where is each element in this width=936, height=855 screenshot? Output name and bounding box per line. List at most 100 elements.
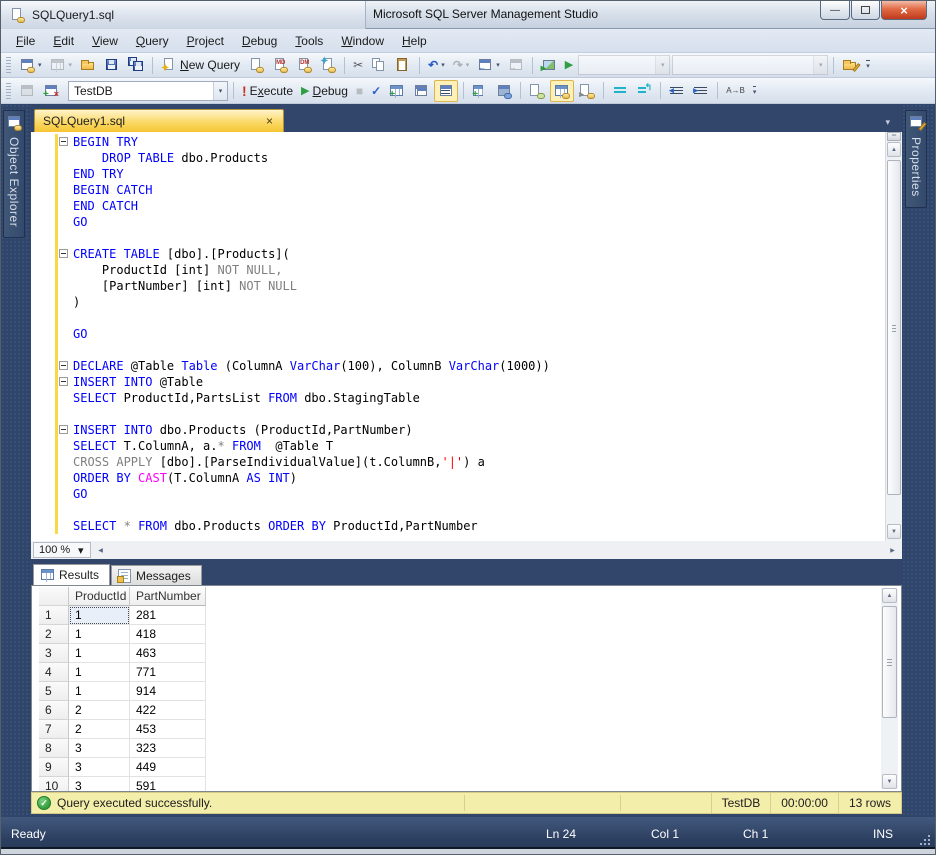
- specify-values-button[interactable]: A→B: [723, 84, 748, 97]
- new-query-button[interactable]: ✦New Query: [158, 55, 243, 75]
- results-to-file-button[interactable]: ▸: [576, 81, 598, 101]
- execute-button[interactable]: !Execute: [239, 82, 296, 100]
- tab-list-dropdown-icon[interactable]: ▾: [885, 117, 890, 128]
- start-button[interactable]: ▶: [562, 56, 576, 74]
- open-containing-folder-button[interactable]: [839, 55, 861, 75]
- results-pane-toggle-button[interactable]: [434, 80, 458, 102]
- toolbar-grip[interactable]: [6, 83, 11, 99]
- xmla-query-button[interactable]: ✦: [317, 55, 339, 75]
- query-options-button[interactable]: [410, 81, 432, 101]
- menu-item-help[interactable]: Help: [393, 31, 436, 51]
- grid-cell[interactable]: 453: [130, 720, 206, 739]
- database-combobox[interactable]: TestDB▾: [68, 81, 228, 101]
- grid-cell[interactable]: 3: [69, 758, 130, 777]
- grid-cell[interactable]: 591: [130, 777, 206, 792]
- intellisense-enabled-button[interactable]: +: [469, 81, 491, 101]
- zoom-combobox[interactable]: 100 % ▾: [33, 542, 91, 558]
- code-area[interactable]: BEGIN TRY DROP TABLE dbo.ProductsEND TRY…: [31, 134, 884, 534]
- row-number-cell[interactable]: 9: [39, 758, 69, 777]
- grid-cell[interactable]: 2: [69, 701, 130, 720]
- redo-button[interactable]: ↷▾: [450, 56, 473, 74]
- resize-grip[interactable]: [928, 843, 930, 845]
- menu-item-view[interactable]: View: [83, 31, 127, 51]
- undo-button[interactable]: ↶▾: [425, 56, 448, 74]
- row-number-cell[interactable]: 6: [39, 701, 69, 720]
- grid-cell[interactable]: 3: [69, 777, 130, 792]
- activity-monitor-button[interactable]: ▸: [538, 55, 560, 75]
- menu-item-tools[interactable]: Tools: [286, 31, 332, 51]
- save-button[interactable]: [101, 55, 123, 75]
- document-tab[interactable]: SQLQuery1.sql ×: [34, 109, 284, 132]
- column-header-productid[interactable]: ProductId: [69, 587, 130, 606]
- grid-cell[interactable]: 914: [130, 682, 206, 701]
- document-title-area[interactable]: SQLQuery1.sql: [1, 1, 366, 29]
- tab-results[interactable]: Results: [33, 564, 110, 585]
- uncomment-button[interactable]: ↰: [633, 81, 655, 101]
- grid-cell[interactable]: 418: [130, 625, 206, 644]
- scroll-down-button[interactable]: ▼: [882, 774, 897, 789]
- minimize-button[interactable]: —: [820, 1, 850, 20]
- tab-messages[interactable]: Messages: [111, 565, 202, 585]
- toolbar-combobox-1[interactable]: ▾: [578, 55, 670, 75]
- navigate-backward-button[interactable]: ←▾: [474, 55, 503, 75]
- editor-horizontal-scrollbar[interactable]: ◀ ▶: [93, 542, 900, 558]
- connect-button[interactable]: [16, 81, 38, 101]
- paste-button[interactable]: [392, 55, 414, 75]
- menu-item-window[interactable]: Window: [332, 31, 393, 51]
- grid-cell[interactable]: 422: [130, 701, 206, 720]
- fold-collapse-icon[interactable]: [59, 137, 68, 146]
- editor-splitter-handle[interactable]: ═: [887, 132, 901, 141]
- increase-indent-button[interactable]: ▸: [690, 81, 712, 101]
- fold-collapse-icon[interactable]: [59, 425, 68, 434]
- grid-cell[interactable]: 1: [69, 663, 130, 682]
- results-scroll-thumb[interactable]: [882, 606, 897, 718]
- toolbar-overflow-button[interactable]: ▾: [863, 58, 873, 72]
- navigate-forward-button[interactable]: →: [505, 55, 527, 75]
- save-all-button[interactable]: [125, 55, 147, 75]
- results-to-grid-button[interactable]: [550, 80, 574, 102]
- copy-button[interactable]: [368, 55, 390, 75]
- grid-cell[interactable]: 1: [69, 644, 130, 663]
- editor-scroll-thumb[interactable]: [887, 160, 901, 495]
- scroll-up-button[interactable]: ▲: [887, 142, 901, 157]
- results-to-text-button[interactable]: [526, 81, 548, 101]
- grid-cell[interactable]: 281: [130, 606, 206, 625]
- grid-cell[interactable]: 3: [69, 739, 130, 758]
- grid-cell[interactable]: 1: [69, 625, 130, 644]
- change-connection-button[interactable]: +×: [40, 81, 62, 101]
- close-button[interactable]: ×: [881, 1, 927, 20]
- add-item-button[interactable]: ▾: [47, 55, 76, 75]
- grid-cell[interactable]: 323: [130, 739, 206, 758]
- open-file-button[interactable]: [77, 55, 99, 75]
- scroll-right-icon[interactable]: ▶: [885, 543, 900, 557]
- column-header-partnumber[interactable]: PartNumber: [130, 587, 206, 606]
- cut-button[interactable]: ✂: [350, 56, 366, 74]
- comment-button[interactable]: [609, 81, 631, 101]
- scroll-left-icon[interactable]: ◀: [93, 543, 108, 557]
- menu-item-debug[interactable]: Debug: [233, 31, 286, 51]
- object-explorer-tab[interactable]: Object Explorer: [3, 110, 25, 238]
- scroll-down-button[interactable]: ▼: [887, 524, 901, 539]
- database-engine-query-button[interactable]: [245, 55, 267, 75]
- row-number-cell[interactable]: 8: [39, 739, 69, 758]
- row-number-cell[interactable]: 4: [39, 663, 69, 682]
- grid-cell[interactable]: 449: [130, 758, 206, 777]
- stop-button[interactable]: ■: [353, 82, 366, 100]
- menu-item-file[interactable]: File: [7, 31, 44, 51]
- debug-button[interactable]: ▶Debug: [298, 82, 351, 100]
- decrease-indent-button[interactable]: ◂: [666, 81, 688, 101]
- dmx-query-button[interactable]: DM: [293, 55, 315, 75]
- row-number-cell[interactable]: 10: [39, 777, 69, 792]
- parse-button[interactable]: ✓: [368, 82, 384, 100]
- scroll-up-button[interactable]: ▲: [882, 588, 897, 603]
- results-vertical-scrollbar[interactable]: ▲ ▼: [881, 588, 898, 789]
- grid-cell[interactable]: 1: [69, 606, 130, 625]
- toolbar-combobox-2[interactable]: ▾: [672, 55, 828, 75]
- new-query-window-button[interactable]: ▾: [16, 55, 45, 75]
- grid-corner-cell[interactable]: [39, 587, 69, 606]
- menu-item-edit[interactable]: Edit: [44, 31, 83, 51]
- fold-collapse-icon[interactable]: [59, 249, 68, 258]
- grid-cell[interactable]: 2: [69, 720, 130, 739]
- mdx-query-button[interactable]: MD: [269, 55, 291, 75]
- display-estimated-plan-button[interactable]: +: [386, 81, 408, 101]
